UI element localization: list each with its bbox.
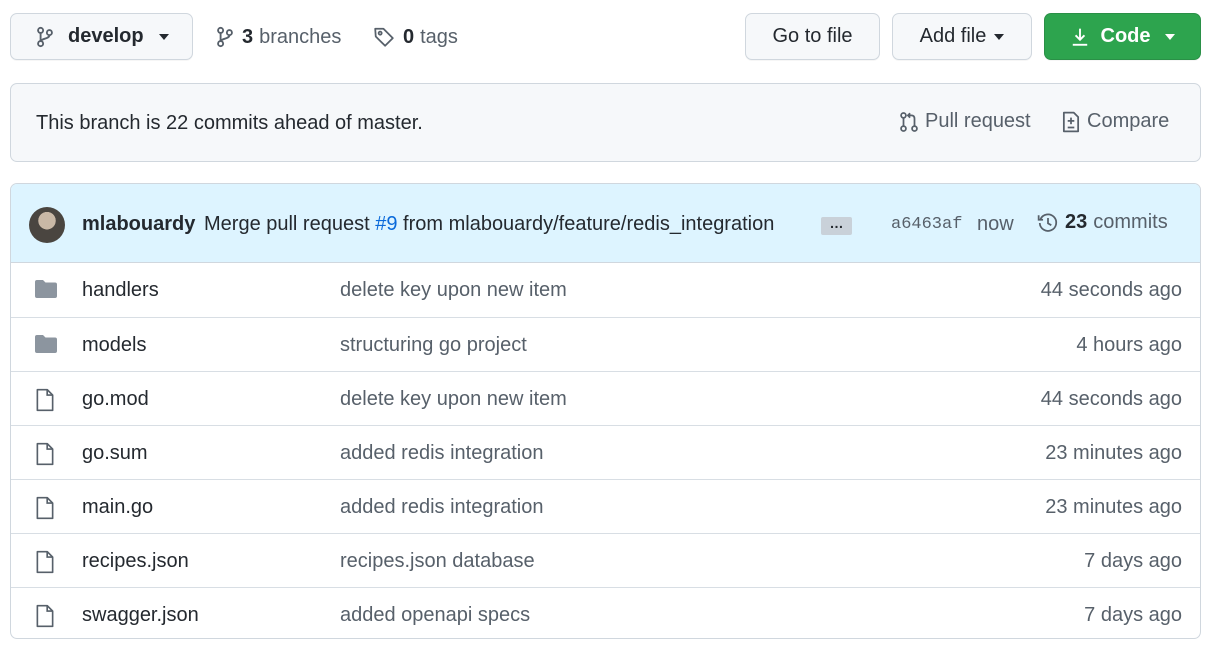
commit-sha[interactable]: a6463af <box>891 215 962 234</box>
branch-ahead-text: This branch is 22 commits ahead of maste… <box>36 112 423 134</box>
file-commit-message-link[interactable]: structuring go project <box>340 334 527 357</box>
file-commit-age: 4 hours ago <box>1076 334 1182 356</box>
commits-history-link[interactable]: 23 commits <box>1037 211 1168 234</box>
file-name-link[interactable]: go.mod <box>82 388 149 411</box>
file-row[interactable]: swagger.json added openapi specs 7 days ag… <box>11 587 1200 638</box>
file-browser: mlabouardy Merge pull request #9 from ml… <box>10 183 1201 639</box>
go-to-file-label: Go to file <box>772 25 853 47</box>
chevron-down-icon <box>994 33 1005 40</box>
file-commit-age: 23 minutes ago <box>1045 442 1182 464</box>
file-row[interactable]: handlers delete key upon new item 44 secon… <box>11 263 1200 317</box>
pull-request-label: Pull request <box>925 110 1031 132</box>
file-icon <box>34 496 56 526</box>
compare-link[interactable]: Compare <box>1061 110 1169 133</box>
file-commit-age: 7 days ago <box>1084 604 1182 626</box>
branch-name: develop <box>68 25 144 47</box>
expand-commit-message-button[interactable]: … <box>821 216 852 235</box>
git-pull-request-icon <box>899 111 925 133</box>
folder-icon <box>34 279 58 305</box>
commit-pr-link[interactable]: #9 <box>375 213 397 235</box>
file-row[interactable]: go.sum added redis integration 23 minutes … <box>11 425 1200 479</box>
add-file-label: Add file <box>919 25 987 47</box>
file-commit-message-link[interactable]: added openapi specs <box>340 604 530 627</box>
file-row[interactable]: models structuring go project 4 hours ago <box>11 317 1200 371</box>
file-commit-age: 23 minutes ago <box>1045 496 1182 518</box>
file-name-link[interactable]: swagger.json <box>82 604 199 627</box>
folder-icon <box>34 334 58 360</box>
commit-message[interactable]: Merge pull request #9 from mlabouardy/fe… <box>204 213 774 236</box>
file-commit-age: 44 seconds ago <box>1040 388 1182 410</box>
file-icon <box>34 442 56 472</box>
repo-toolbar: develop 3 branches 0 tags Go to file Add… <box>0 0 1211 74</box>
commit-author[interactable]: mlabouardy <box>82 213 195 236</box>
chevron-down-icon <box>158 33 169 40</box>
compare-label: Compare <box>1087 110 1170 132</box>
tags-label: tags <box>420 25 458 48</box>
file-name-link[interactable]: recipes.json <box>82 550 189 573</box>
tags-link[interactable]: 0 tags <box>373 24 458 50</box>
file-diff-icon <box>1061 111 1087 133</box>
file-commit-message-link[interactable]: added redis integration <box>340 496 543 519</box>
git-branch-icon <box>216 26 234 48</box>
avatar[interactable] <box>29 207 65 243</box>
file-commit-age: 7 days ago <box>1084 550 1182 572</box>
file-commit-age: 44 seconds ago <box>1040 279 1182 301</box>
commits-label: commits <box>1093 211 1168 233</box>
file-commit-message-link[interactable]: recipes.json database <box>340 550 535 573</box>
file-icon <box>34 550 56 580</box>
file-row[interactable]: recipes.json recipes.json database 7 days … <box>11 533 1200 587</box>
branches-count: 3 <box>242 25 254 48</box>
branches-label: branches <box>259 25 342 48</box>
commits-count: 23 <box>1065 211 1088 233</box>
branches-link[interactable]: 3 branches <box>216 24 341 50</box>
chevron-down-icon <box>1164 33 1175 40</box>
file-commit-message-link[interactable]: delete key upon new item <box>340 279 567 302</box>
file-name-link[interactable]: main.go <box>82 496 153 519</box>
file-row[interactable]: main.go added redis integration 23 minutes… <box>11 479 1200 533</box>
latest-commit-bar: mlabouardy Merge pull request #9 from ml… <box>11 184 1200 263</box>
file-commit-message-link[interactable]: delete key upon new item <box>340 388 567 411</box>
file-row[interactable]: go.mod delete key upon new item 44 seconds… <box>11 371 1200 425</box>
git-branch-icon <box>36 26 54 48</box>
pull-request-link[interactable]: Pull request <box>899 110 1031 133</box>
commit-time: now <box>977 213 1014 235</box>
commit-message-prefix: Merge pull request <box>204 213 370 235</box>
branch-select-button[interactable]: develop <box>10 13 193 60</box>
branch-status-banner: This branch is 22 commits ahead of maste… <box>10 83 1201 162</box>
add-file-button[interactable]: Add file <box>892 13 1032 60</box>
code-button[interactable]: Code <box>1044 13 1201 60</box>
file-name-link[interactable]: go.sum <box>82 442 148 465</box>
tags-count: 0 <box>403 25 415 48</box>
file-icon <box>34 604 56 634</box>
file-commit-message-link[interactable]: added redis integration <box>340 442 543 465</box>
code-label: Code <box>1100 25 1151 47</box>
file-icon <box>34 388 56 418</box>
tag-icon <box>373 26 395 48</box>
file-name-link[interactable]: models <box>82 334 146 357</box>
go-to-file-button[interactable]: Go to file <box>745 13 880 60</box>
file-name-link[interactable]: handlers <box>82 279 159 302</box>
history-icon <box>1037 212 1059 234</box>
commit-message-suffix: from mlabouardy/feature/redis_integratio… <box>403 213 775 235</box>
download-icon <box>1071 27 1089 47</box>
